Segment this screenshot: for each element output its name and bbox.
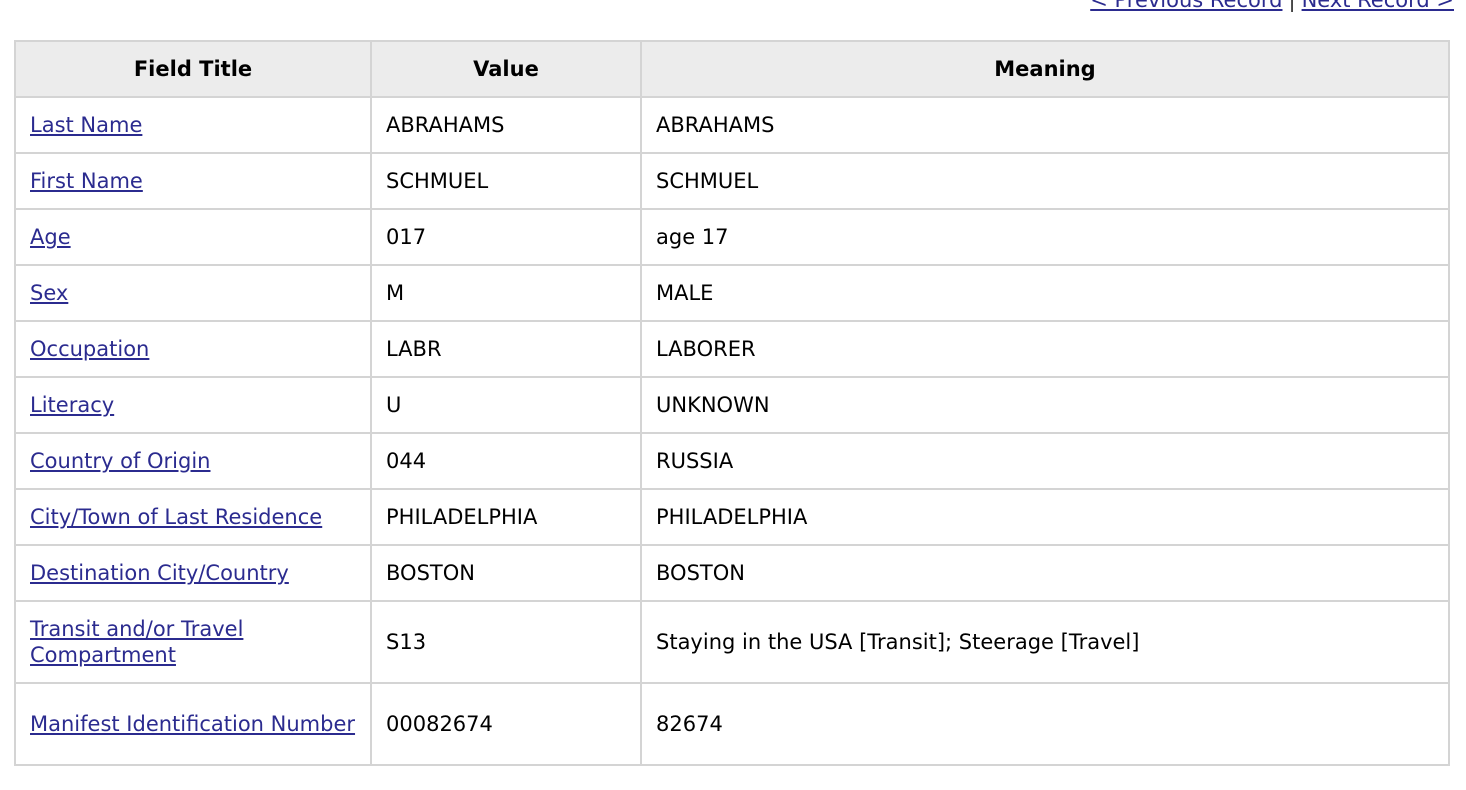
field-link-last-name[interactable]: Last Name bbox=[30, 113, 142, 137]
meaning-cell: UNKNOWN bbox=[640, 376, 1450, 434]
table-row: Sex M MALE bbox=[14, 264, 1450, 322]
value-cell: ABRAHAMS bbox=[370, 96, 642, 154]
next-record-link[interactable]: Next Record > bbox=[1302, 0, 1454, 12]
table-row: Destination City/Country BOSTON BOSTON bbox=[14, 544, 1450, 602]
table-row: Manifest Identification Number 00082674 … bbox=[14, 682, 1450, 766]
field-link-sex[interactable]: Sex bbox=[30, 281, 68, 305]
meaning-cell: RUSSIA bbox=[640, 432, 1450, 490]
field-title-cell: Age bbox=[14, 208, 372, 266]
meaning-cell: 82674 bbox=[640, 682, 1450, 766]
meaning-cell: age 17 bbox=[640, 208, 1450, 266]
header-value: Value bbox=[370, 40, 642, 98]
passenger-record-page: < Previous Record | Next Record > Field Ti… bbox=[0, 0, 1466, 790]
value-cell: SCHMUEL bbox=[370, 152, 642, 210]
meaning-cell: SCHMUEL bbox=[640, 152, 1450, 210]
field-link-occupation[interactable]: Occupation bbox=[30, 337, 149, 361]
record-navigation: < Previous Record | Next Record > bbox=[1090, 0, 1454, 12]
field-link-country-of-origin[interactable]: Country of Origin bbox=[30, 449, 211, 473]
value-cell: 00082674 bbox=[370, 682, 642, 766]
meaning-cell: LABORER bbox=[640, 320, 1450, 378]
field-title-cell: Manifest Identification Number bbox=[14, 682, 372, 766]
field-link-manifest-id[interactable]: Manifest Identification Number bbox=[30, 712, 355, 736]
field-title-cell: Sex bbox=[14, 264, 372, 322]
field-link-first-name[interactable]: First Name bbox=[30, 169, 143, 193]
field-title-cell: First Name bbox=[14, 152, 372, 210]
value-cell: M bbox=[370, 264, 642, 322]
field-title-cell: Transit and/or Travel Compartment bbox=[14, 600, 372, 684]
field-title-cell: Last Name bbox=[14, 96, 372, 154]
table-row: Literacy U UNKNOWN bbox=[14, 376, 1450, 434]
field-title-cell: City/Town of Last Residence bbox=[14, 488, 372, 546]
table-row: Occupation LABR LABORER bbox=[14, 320, 1450, 378]
nav-separator: | bbox=[1288, 0, 1296, 12]
header-meaning: Meaning bbox=[640, 40, 1450, 98]
value-cell: PHILADELPHIA bbox=[370, 488, 642, 546]
field-link-literacy[interactable]: Literacy bbox=[30, 393, 114, 417]
value-cell: LABR bbox=[370, 320, 642, 378]
table-row: City/Town of Last Residence PHILADELPHIA… bbox=[14, 488, 1450, 546]
field-title-cell: Destination City/Country bbox=[14, 544, 372, 602]
field-link-transit-compartment[interactable]: Transit and/or Travel Compartment bbox=[30, 617, 243, 667]
value-cell: BOSTON bbox=[370, 544, 642, 602]
table-header-row: Field Title Value Meaning bbox=[14, 40, 1450, 98]
value-cell: S13 bbox=[370, 600, 642, 684]
meaning-cell: MALE bbox=[640, 264, 1450, 322]
meaning-cell: Staying in the USA [Transit]; Steerage [… bbox=[640, 600, 1450, 684]
field-link-last-residence[interactable]: City/Town of Last Residence bbox=[30, 505, 322, 529]
value-cell: 044 bbox=[370, 432, 642, 490]
table-row: Transit and/or Travel Compartment S13 St… bbox=[14, 600, 1450, 684]
field-title-cell: Literacy bbox=[14, 376, 372, 434]
header-field-title: Field Title bbox=[14, 40, 372, 98]
table-row: Age 017 age 17 bbox=[14, 208, 1450, 266]
meaning-cell: BOSTON bbox=[640, 544, 1450, 602]
field-link-destination[interactable]: Destination City/Country bbox=[30, 561, 289, 585]
passenger-record-table: Field Title Value Meaning Last Name ABRA… bbox=[14, 40, 1450, 766]
previous-record-link[interactable]: < Previous Record bbox=[1090, 0, 1282, 12]
meaning-cell: PHILADELPHIA bbox=[640, 488, 1450, 546]
table-row: First Name SCHMUEL SCHMUEL bbox=[14, 152, 1450, 210]
value-cell: U bbox=[370, 376, 642, 434]
table-row: Country of Origin 044 RUSSIA bbox=[14, 432, 1450, 490]
table-row: Last Name ABRAHAMS ABRAHAMS bbox=[14, 96, 1450, 154]
field-title-cell: Occupation bbox=[14, 320, 372, 378]
value-cell: 017 bbox=[370, 208, 642, 266]
meaning-cell: ABRAHAMS bbox=[640, 96, 1450, 154]
field-link-age[interactable]: Age bbox=[30, 225, 71, 249]
field-title-cell: Country of Origin bbox=[14, 432, 372, 490]
